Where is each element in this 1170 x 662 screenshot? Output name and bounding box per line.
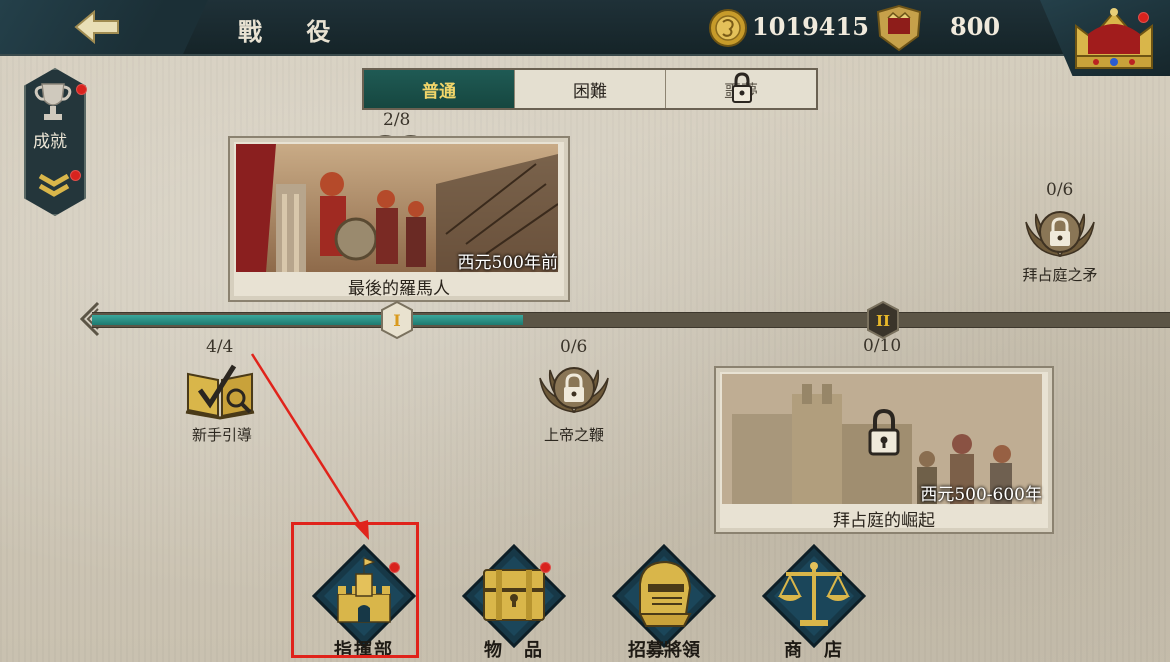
campaign-era: 西元500-600年: [920, 485, 1042, 505]
menu-label: 物 品: [484, 640, 544, 661]
recruit-generals-button[interactable]: [612, 544, 716, 648]
menu-label: 商 店: [784, 640, 844, 661]
tab-hard[interactable]: 困難: [515, 70, 666, 108]
annotation-highlight-box: [291, 522, 419, 658]
shop-button[interactable]: [762, 544, 866, 648]
campaign-progress: 0/10: [863, 336, 902, 356]
items-notification-dot: [540, 562, 551, 573]
difficulty-tabs: 普通 困難 噩夢: [362, 68, 818, 110]
timeline-progress: [92, 315, 524, 325]
expand-chevron-icon[interactable]: [34, 170, 74, 200]
laurel-lock-icon[interactable]: [534, 358, 614, 416]
campaign-era: 西元500年前: [457, 253, 558, 273]
campaign-title: 最後的羅馬人: [348, 279, 450, 299]
lock-icon: [732, 72, 752, 103]
lock-icon: [868, 408, 900, 456]
page-title: 戰 役: [238, 17, 349, 46]
era-marker-label: II: [876, 312, 890, 330]
achievements-label[interactable]: 成就: [33, 127, 67, 152]
rank-points: 800: [950, 12, 1001, 41]
trophy-icon[interactable]: [32, 80, 74, 124]
tab-label: 普通: [422, 81, 456, 102]
campaign-card-last-romans[interactable]: 西元500年前 最後的羅馬人: [228, 136, 570, 302]
rank-insignia-icon: [876, 4, 922, 52]
knight-helmet-icon: [638, 560, 692, 627]
campaign-progress: 2/8: [383, 110, 411, 130]
tab-nightmare[interactable]: 噩夢: [666, 70, 816, 108]
items-button[interactable]: [462, 544, 566, 648]
timeline-track: [92, 312, 1170, 328]
chest-icon: [483, 569, 545, 621]
campaign-title: 拜占庭的崛起: [833, 511, 935, 531]
node-label: 新手引導: [191, 426, 252, 444]
era-marker-II[interactable]: II: [866, 301, 900, 339]
book-check-icon[interactable]: [182, 360, 258, 420]
back-arrow-icon[interactable]: [72, 10, 122, 44]
era-marker-label: I: [393, 311, 400, 330]
node-progress: 0/6: [1046, 180, 1074, 200]
gold-coin-icon: [709, 9, 747, 47]
coin-balance: 1019415: [752, 12, 869, 41]
node-progress: 0/6: [560, 337, 588, 357]
era-marker-I[interactable]: I: [380, 301, 414, 339]
laurel-lock-icon[interactable]: [1020, 202, 1100, 260]
tab-normal[interactable]: 普通: [364, 70, 515, 108]
crown-notification-dot: [1138, 12, 1149, 23]
node-label: 上帝之鞭: [543, 426, 604, 444]
node-label: 拜占庭之矛: [1022, 266, 1098, 284]
node-progress: 4/4: [206, 337, 234, 357]
campaign-card-byzantine-rise[interactable]: 西元500-600年 拜占庭的崛起: [714, 366, 1054, 534]
expand-notification-dot: [70, 170, 81, 181]
achievements-notification-dot: [76, 84, 87, 95]
tab-label: 困難: [573, 81, 607, 102]
menu-label: 招募將領: [628, 640, 700, 661]
